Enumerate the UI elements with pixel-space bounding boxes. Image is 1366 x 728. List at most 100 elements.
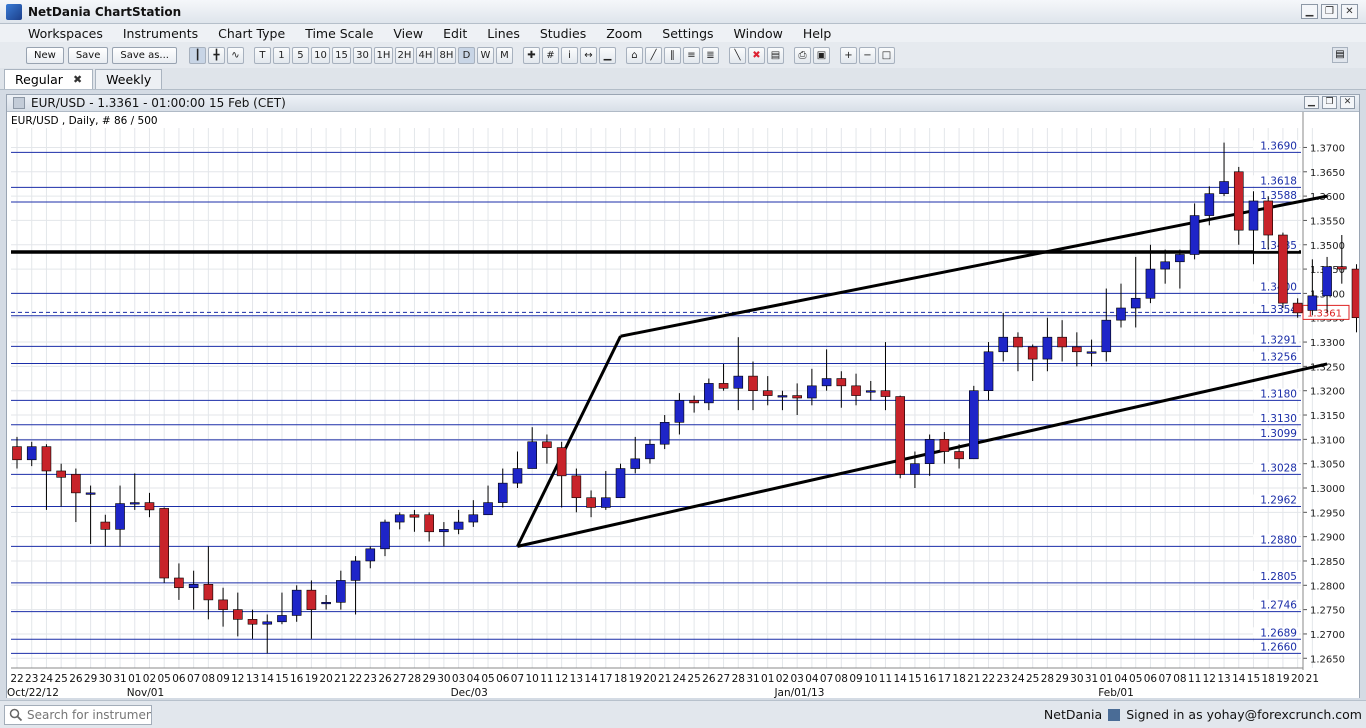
- interval-15-button[interactable]: 15: [331, 46, 351, 64]
- print-icon[interactable]: ⎙: [793, 46, 811, 64]
- interval-w-button[interactable]: W: [476, 46, 494, 64]
- scroll-icon[interactable]: ↔: [579, 46, 597, 64]
- interval-2h-button[interactable]: 2H: [394, 46, 414, 64]
- interval-30-button[interactable]: 30: [352, 46, 372, 64]
- interval-t-button[interactable]: T: [253, 46, 271, 64]
- menu-chart-type[interactable]: Chart Type: [208, 26, 295, 41]
- candle-body-up: [910, 463, 920, 475]
- save-button[interactable]: Save: [67, 46, 109, 64]
- candle-body-down: [424, 514, 434, 533]
- volume-icon[interactable]: ▁: [598, 46, 616, 64]
- level-label: 1.2805: [1260, 571, 1297, 583]
- x-axis-day-label: 28: [732, 673, 745, 685]
- zoom-in-icon[interactable]: +: [839, 46, 857, 64]
- y-axis-tick-label: 1.2700: [1310, 630, 1345, 641]
- bar-chart-icon[interactable]: ╋: [207, 46, 225, 64]
- status-info: NetDania Signed in as yohay@forexcrunch.…: [1044, 707, 1362, 722]
- chart-close-icon[interactable]: ✕: [1340, 96, 1355, 109]
- menu-edit[interactable]: Edit: [433, 26, 477, 41]
- x-axis-day-label: 03: [790, 673, 803, 685]
- candle-body-up: [674, 400, 685, 423]
- interval-m-button[interactable]: M: [495, 46, 513, 64]
- interval-1h-button[interactable]: 1H: [373, 46, 393, 64]
- candle-body-up: [1175, 254, 1185, 263]
- x-axis-day-label: 17: [599, 673, 612, 685]
- instrument-search[interactable]: [4, 704, 152, 725]
- candle-body-up: [497, 482, 508, 503]
- x-axis-day-label: 18: [1262, 673, 1275, 685]
- tab-weekly[interactable]: Weekly: [95, 69, 163, 89]
- menu-instruments[interactable]: Instruments: [113, 26, 208, 41]
- menu-lines[interactable]: Lines: [477, 26, 530, 41]
- x-axis-day-label: 23: [25, 673, 38, 685]
- draw-line-icon[interactable]: ╲: [728, 46, 746, 64]
- interval-10-button[interactable]: 10: [310, 46, 330, 64]
- restore-icon[interactable]: ❐: [1321, 4, 1338, 19]
- x-axis-day-label: 08: [202, 673, 215, 685]
- level-label: 1.2689: [1260, 627, 1297, 639]
- fibonacci-icon[interactable]: ≡: [682, 46, 700, 64]
- interval-8h-button[interactable]: 8H: [436, 46, 456, 64]
- candle-body-down: [1233, 171, 1244, 231]
- interval-4h-button[interactable]: 4H: [415, 46, 435, 64]
- candle-body-down: [1337, 266, 1347, 270]
- x-axis-day-label: 19: [1276, 673, 1289, 685]
- properties-icon[interactable]: ▤: [766, 46, 784, 64]
- menu-window[interactable]: Window: [724, 26, 793, 41]
- y-axis-tick-label: 1.2650: [1310, 654, 1345, 665]
- menu-zoom[interactable]: Zoom: [596, 26, 652, 41]
- zoom-reset-icon[interactable]: □: [877, 46, 895, 64]
- menu-studies[interactable]: Studies: [530, 26, 596, 41]
- menu-settings[interactable]: Settings: [652, 26, 723, 41]
- x-axis-day-label: 12: [231, 673, 244, 685]
- x-axis-day-label: 21: [334, 673, 347, 685]
- panel-toggle-icon[interactable]: ▤: [1332, 47, 1348, 63]
- tab-regular[interactable]: Regular ✖: [4, 69, 94, 89]
- zoom-out-icon[interactable]: −: [858, 46, 876, 64]
- save-as-button[interactable]: Save as...: [112, 46, 177, 64]
- x-axis-day-label: 20: [643, 673, 656, 685]
- candle-body-down: [1072, 346, 1082, 353]
- menu-view[interactable]: View: [383, 26, 433, 41]
- y-axis-tick-label: 1.2750: [1310, 606, 1345, 617]
- chart-restore-icon[interactable]: ❐: [1322, 96, 1337, 109]
- candle-body-up: [1307, 295, 1318, 311]
- info-icon[interactable]: i: [560, 46, 578, 64]
- interval-5-button[interactable]: 5: [291, 46, 309, 64]
- bell-icon[interactable]: ⌂: [625, 46, 643, 64]
- interval-d-button[interactable]: D: [457, 46, 475, 64]
- x-axis-day-label: 23: [997, 673, 1010, 685]
- close-icon[interactable]: ✕: [1341, 4, 1358, 19]
- candle: [159, 507, 169, 583]
- search-input[interactable]: [27, 707, 151, 722]
- candle-body-up: [865, 390, 876, 393]
- minimize-icon[interactable]: ▁: [1301, 4, 1318, 19]
- toolbar: New Save Save as... ┃ ╋ ∿ T 1 5 10 15 30 1H 2H 4…: [0, 42, 1366, 68]
- x-axis-day-label: 12: [1203, 673, 1216, 685]
- print-preview-icon[interactable]: ▣: [812, 46, 830, 64]
- x-axis-day-label: 18: [952, 673, 965, 685]
- line-chart-icon[interactable]: ∿: [226, 46, 244, 64]
- menu-time-scale[interactable]: Time Scale: [295, 26, 383, 41]
- menu-help[interactable]: Help: [793, 26, 842, 41]
- candle-body-up: [704, 383, 714, 404]
- x-axis-day-label: 07: [187, 673, 200, 685]
- menu-workspaces[interactable]: Workspaces: [0, 26, 113, 41]
- x-axis-day-label: 29: [422, 673, 435, 685]
- crosshair-icon[interactable]: ✚: [522, 46, 540, 64]
- x-axis-day-label: 26: [378, 673, 392, 685]
- grid-icon[interactable]: #: [541, 46, 559, 64]
- interval-1-button[interactable]: 1: [272, 46, 290, 64]
- candlestick-chart-icon[interactable]: ┃: [188, 46, 206, 64]
- x-axis-day-label: 21: [967, 673, 980, 685]
- delete-lines-icon[interactable]: ✖: [747, 46, 765, 64]
- tab-close-icon[interactable]: ✖: [73, 71, 82, 89]
- trendline-icon[interactable]: ╱: [644, 46, 662, 64]
- channel-icon[interactable]: ∥: [663, 46, 681, 64]
- candle-body-up: [512, 468, 523, 484]
- gann-icon[interactable]: ≣: [701, 46, 719, 64]
- price-chart[interactable]: EUR/USD , Daily, # 86 / 500 1.3700 1.3650 1…: [7, 112, 1359, 698]
- chart-window-titlebar[interactable]: EUR/USD - 1.3361 - 01:00:00 15 Feb (CET)…: [7, 95, 1359, 112]
- chart-minimize-icon[interactable]: ▁: [1304, 96, 1319, 109]
- new-button[interactable]: New: [26, 46, 64, 64]
